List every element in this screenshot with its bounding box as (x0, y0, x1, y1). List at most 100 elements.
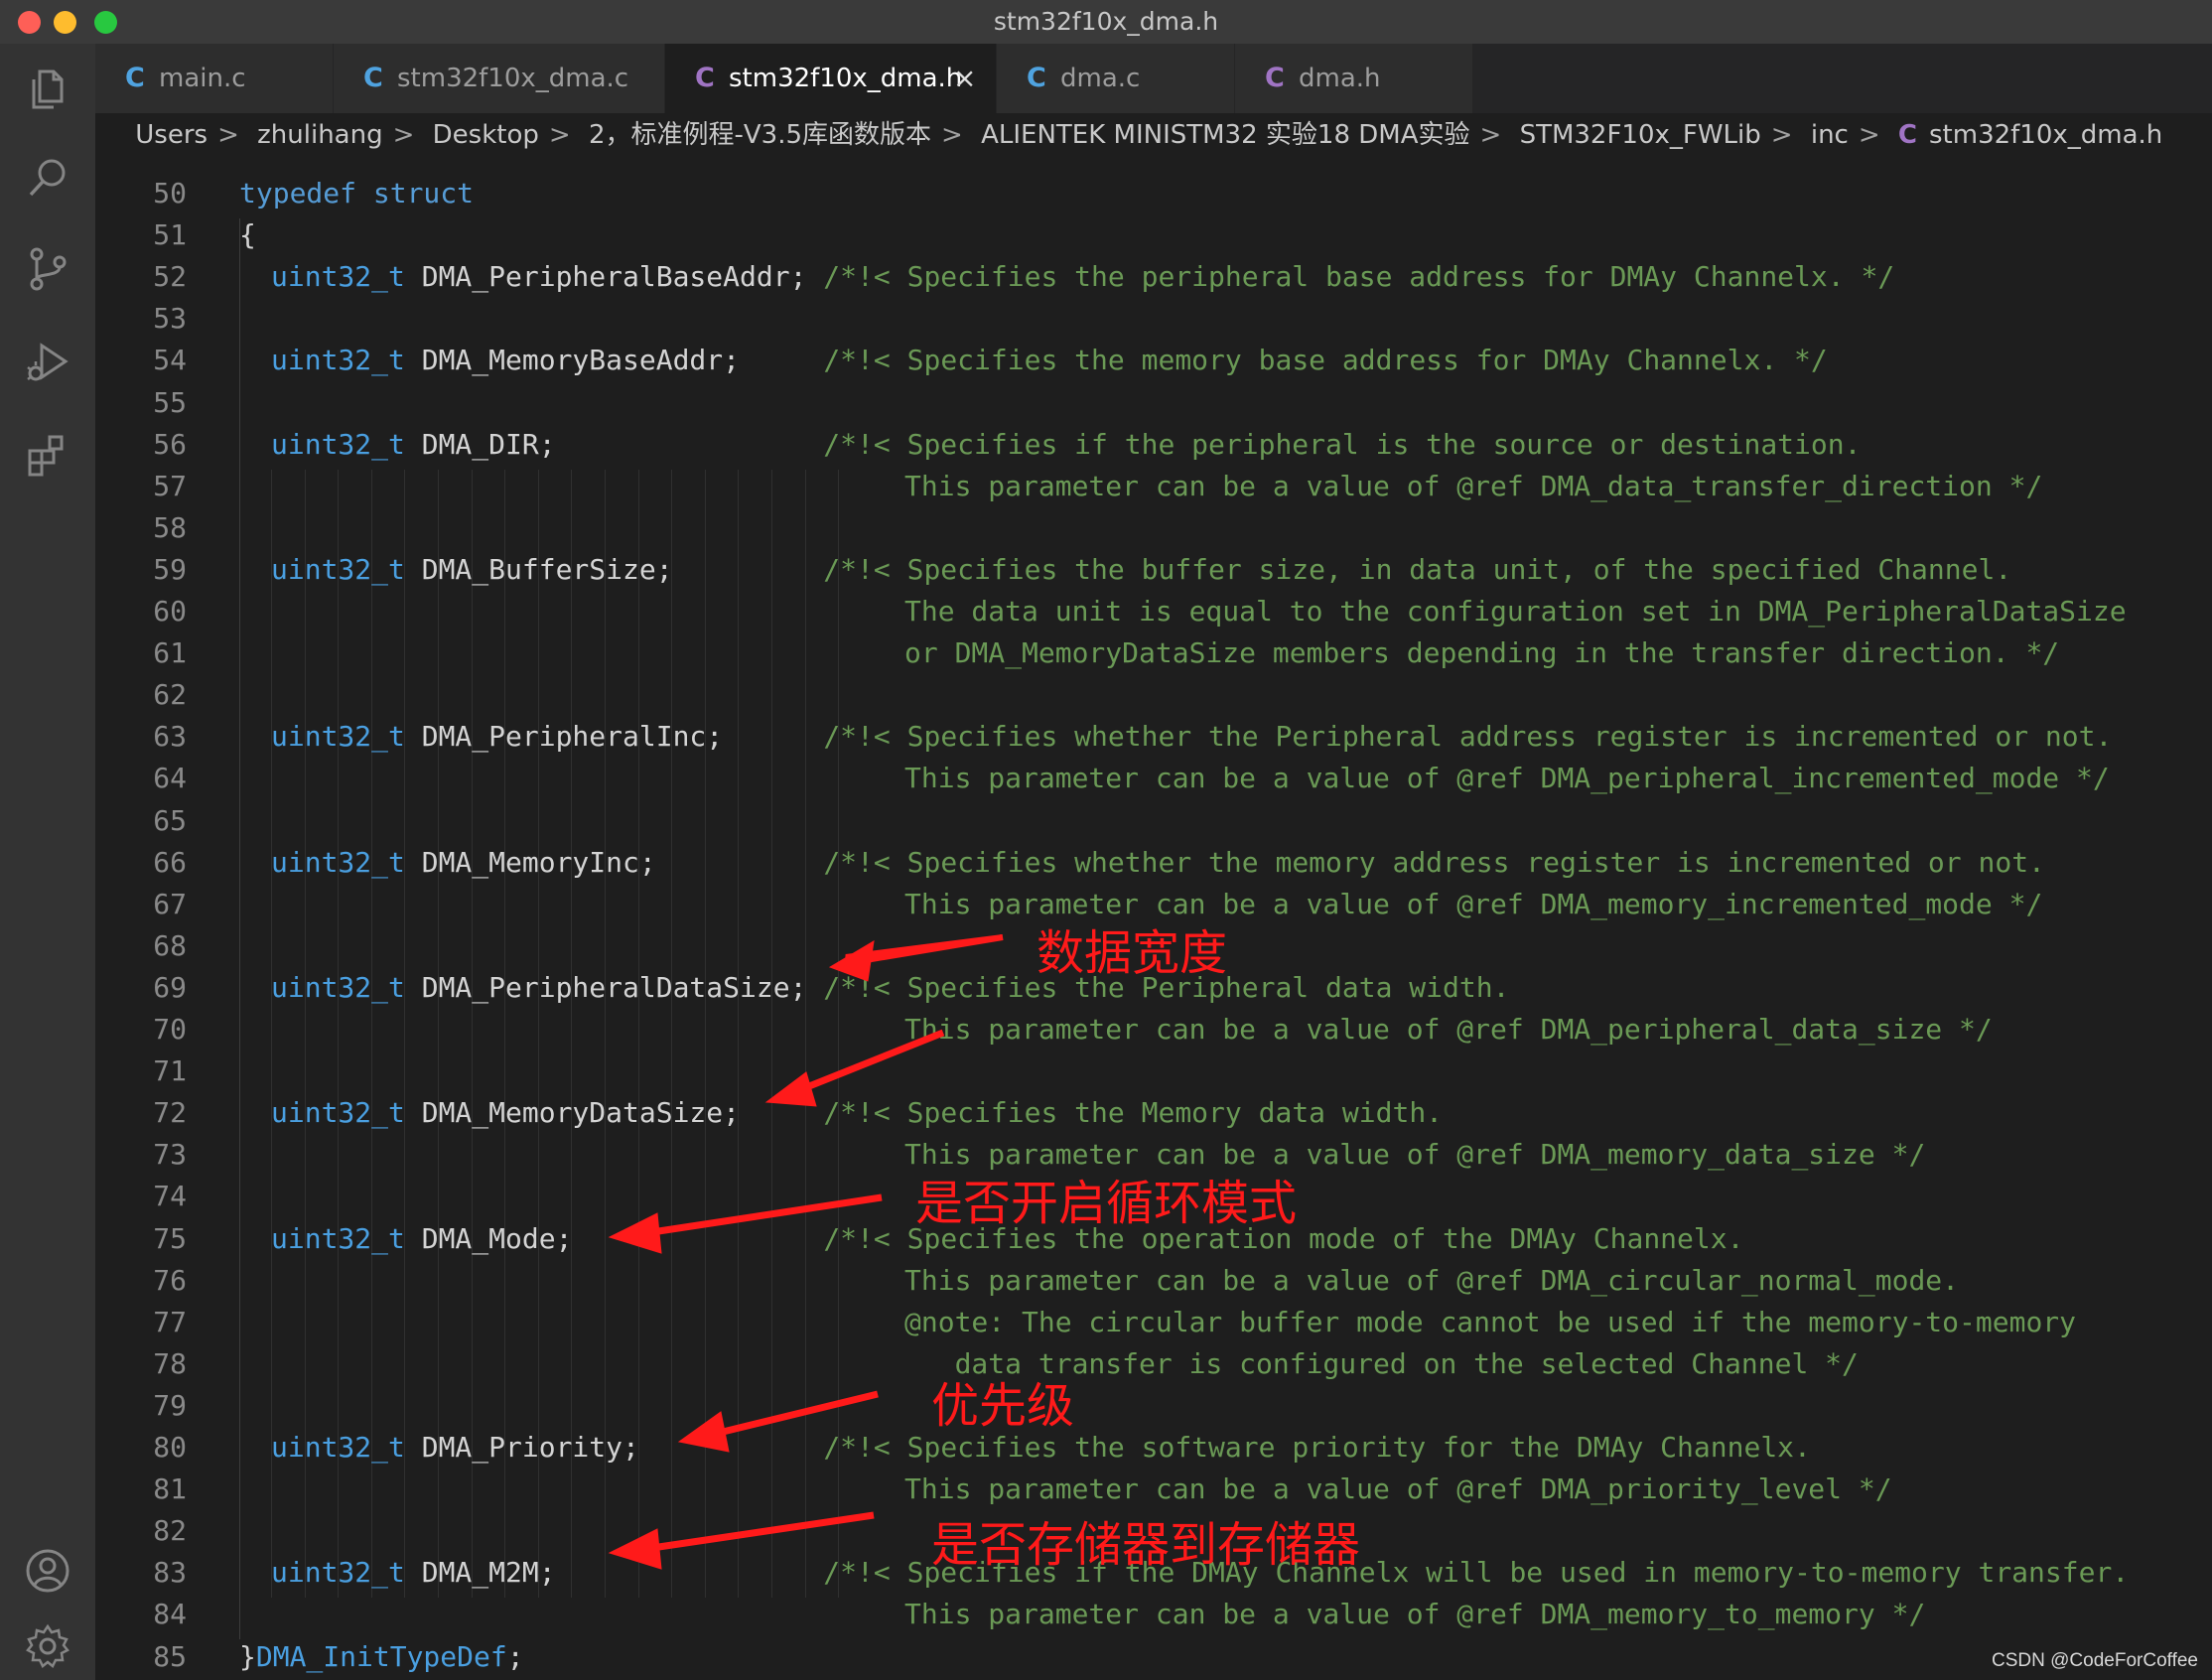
line-number: 50 (153, 177, 187, 210)
tab-dma-h[interactable]: C dma.h (1235, 44, 1473, 113)
code-line: uint32_t DMA_MemoryBaseAddr; /*!< Specif… (271, 344, 1828, 376)
search-icon[interactable] (24, 153, 71, 201)
breadcrumb-item[interactable]: STM32F10x_FWLib (1520, 113, 1761, 157)
breadcrumb-item[interactable]: 2，标准例程-V3.5库函数版本 (589, 113, 931, 157)
line-number: 70 (153, 1013, 187, 1046)
comment: @note: The circular buffer mode cannot b… (904, 1305, 2077, 1338)
tab-label: stm32f10x_dma.c (397, 64, 629, 93)
padding (806, 971, 823, 1004)
code-line: This parameter can be a value of @ref DM… (904, 1264, 1959, 1297)
comment: This parameter can be a value of @ref DM… (904, 469, 2043, 502)
type-name: DMA_InitTypeDef (255, 1639, 507, 1673)
line-number: 67 (153, 887, 187, 920)
line-number: 62 (153, 678, 187, 712)
breadcrumb-item[interactable]: ALIENTEK MINISTM32 实验18 DMA实验 (981, 113, 1469, 157)
c-file-icon: C (1265, 63, 1285, 93)
line-number: 78 (153, 1346, 187, 1380)
line-number: 75 (153, 1221, 187, 1255)
line-number: 63 (153, 720, 187, 754)
line-number: 72 (153, 1096, 187, 1130)
c-file-icon: C (1897, 120, 1917, 150)
type-name: uint32_t (271, 1221, 405, 1255)
type-name: uint32_t (271, 552, 405, 586)
accounts-icon[interactable] (24, 1547, 71, 1595)
field-declaration: DMA_M2M; (404, 1556, 556, 1590)
line-number: 60 (153, 595, 187, 628)
code-text: { (239, 218, 256, 252)
breadcrumb-item[interactable]: zhulihang (257, 113, 382, 157)
field-declaration: DMA_MemoryBaseAddr; (404, 344, 741, 377)
padding (556, 428, 824, 461)
comment: /*!< Specifies if the peripheral is the … (823, 427, 1862, 461)
comment: This parameter can be a value of @ref DM… (904, 1472, 1892, 1506)
code-text: } (239, 1639, 256, 1673)
code-line: uint32_t DMA_BufferSize; /*!< Specifies … (271, 553, 2011, 586)
padding (556, 1556, 824, 1589)
tab-label: dma.h (1299, 64, 1381, 93)
indent-guide (671, 469, 673, 1599)
field-declaration: DMA_Mode; (404, 1221, 573, 1255)
code-line: uint32_t DMA_MemoryInc; /*!< Specifies w… (271, 846, 2045, 879)
line-number: 77 (153, 1305, 187, 1338)
source-control-icon[interactable] (24, 244, 71, 292)
code-line: uint32_t DMA_MemoryDataSize; /*!< Specif… (271, 1096, 1443, 1129)
line-number: 59 (153, 552, 187, 586)
line-number: 68 (153, 928, 187, 962)
explorer-icon[interactable] (24, 66, 71, 113)
c-file-icon: C (1027, 63, 1046, 93)
code-line: This parameter can be a value of @ref DM… (904, 1013, 1993, 1046)
code-line: or DMA_MemoryDataSize members depending … (904, 636, 2059, 669)
code-line: { (239, 218, 256, 251)
padding (740, 1096, 823, 1129)
tab-stm32f10x-dma-c[interactable]: C stm32f10x_dma.c (334, 44, 665, 113)
line-number: 53 (153, 302, 187, 336)
indent-guide (304, 469, 306, 1599)
editor-tab-bar: C main.c C stm32f10x_dma.c C stm32f10x_d… (95, 44, 2212, 113)
code-line: uint32_t DMA_PeripheralBaseAddr; /*!< Sp… (271, 260, 1894, 293)
indent-guide (605, 469, 606, 1599)
indent-guide (537, 469, 539, 1599)
tab-dma-c[interactable]: C dma.c (997, 44, 1235, 113)
code-line: The data unit is equal to the configurat… (904, 595, 2127, 628)
breadcrumb-item[interactable]: Users (135, 113, 207, 157)
settings-gear-icon[interactable] (24, 1622, 71, 1670)
comment: /*!< Specifies whether the Peripheral ad… (823, 720, 2113, 754)
comment: or DMA_MemoryDataSize members depending … (904, 636, 2060, 670)
breadcrumb-file[interactable]: stm32f10x_dma.h (1929, 113, 2162, 157)
padding (656, 846, 824, 879)
type-name: uint32_t (271, 260, 405, 294)
indent-guide (571, 469, 573, 1599)
padding (639, 1431, 823, 1464)
comment: This parameter can be a value of @ref DM… (904, 762, 2110, 795)
extensions-icon[interactable] (24, 431, 71, 479)
line-number: 51 (153, 218, 187, 252)
field-declaration: DMA_Priority; (404, 1431, 639, 1464)
padding (572, 1222, 823, 1255)
line-number: 54 (153, 344, 187, 377)
field-declaration: DMA_DIR; (404, 427, 556, 461)
breadcrumb-separator: > (548, 120, 571, 150)
run-debug-icon[interactable] (24, 338, 71, 385)
line-number: 69 (153, 970, 187, 1004)
type-name: uint32_t (271, 1431, 405, 1464)
padding (740, 344, 823, 376)
tab-stm32f10x-dma-h[interactable]: C stm32f10x_dma.h × (665, 44, 997, 113)
close-tab-icon[interactable]: × (953, 44, 976, 113)
breadcrumb-item[interactable]: Desktop (433, 113, 539, 157)
tab-main-c[interactable]: C main.c (95, 44, 334, 113)
line-number: 64 (153, 762, 187, 795)
code-line: This parameter can be a value of @ref DM… (904, 1598, 1925, 1630)
comment: This parameter can be a value of @ref DM… (904, 1013, 1993, 1046)
window-titlebar: stm32f10x_dma.h (0, 0, 2212, 45)
breadcrumb-separator: > (941, 120, 963, 150)
line-number: 56 (153, 427, 187, 461)
indent-guide (637, 469, 639, 1599)
line-number: 66 (153, 845, 187, 879)
code-line: uint32_t DMA_DIR; /*!< Specifies if the … (271, 428, 1861, 461)
c-file-icon: C (125, 63, 145, 93)
line-number: 81 (153, 1472, 187, 1506)
code-line: typedef struct (239, 177, 474, 210)
breadcrumb-item[interactable]: inc (1811, 113, 1849, 157)
tab-label: main.c (159, 64, 246, 93)
line-number: 73 (153, 1138, 187, 1172)
